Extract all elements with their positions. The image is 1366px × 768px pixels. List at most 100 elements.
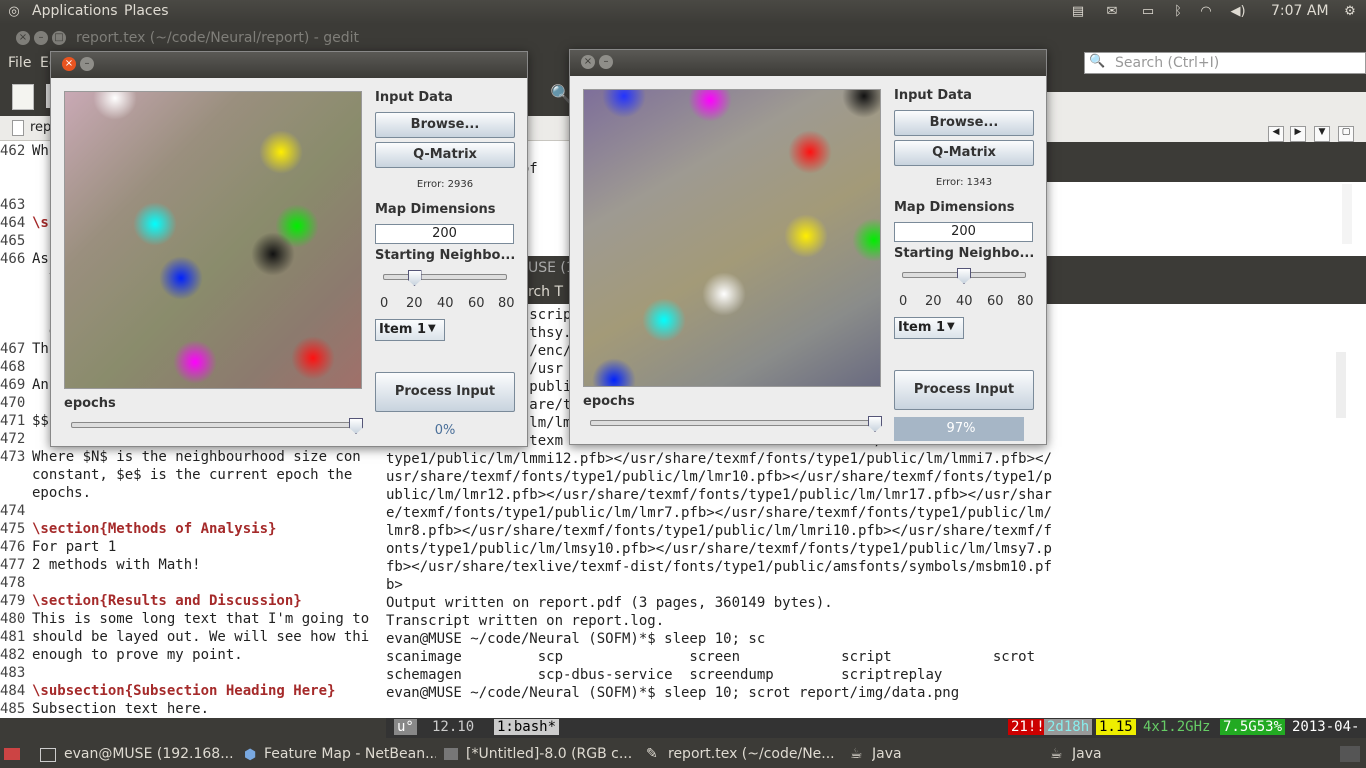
process-input-button[interactable]: Process Input <box>375 372 515 412</box>
combo-value: Item 1 <box>379 322 426 337</box>
terminal-menu[interactable]: rch T <box>528 284 563 300</box>
item-combo[interactable]: Item 1 ▼ <box>894 317 964 339</box>
volume-icon[interactable]: ◀) <box>1230 4 1246 20</box>
map-node <box>93 92 137 120</box>
tick-label: 80 <box>498 296 515 311</box>
terminal-line: Transcript written on report.log. <box>386 613 665 629</box>
line-number: 483 <box>0 665 26 681</box>
epochs-slider[interactable] <box>590 420 882 426</box>
q-matrix-button[interactable]: Q-Matrix <box>375 142 515 168</box>
terminal-line: e/texmf/fonts/type1/public/lm/lmr7.pfb><… <box>386 505 1052 521</box>
error-value: Error: 2936 <box>416 179 474 190</box>
chevron-down-icon: ▼ <box>947 321 955 332</box>
q-matrix-button[interactable]: Q-Matrix <box>894 140 1034 166</box>
feature-map <box>64 91 362 389</box>
minimize-icon[interactable]: – <box>80 57 94 71</box>
map-node <box>842 90 880 118</box>
tmux-cpu: 4x1.2GHz <box>1143 719 1211 735</box>
epochs-slider[interactable] <box>71 422 363 428</box>
menu-file[interactable]: File <box>8 55 31 71</box>
terminal-line: b> <box>386 577 403 593</box>
terminal-line: evan@MUSE ~/code/Neural (SOFM)*$ sleep 1… <box>386 631 766 647</box>
minimize-icon[interactable]: – <box>599 55 613 69</box>
neighbourhood-slider[interactable] <box>383 274 507 280</box>
process-input-button[interactable]: Process Input <box>894 370 1034 410</box>
neighbourhood-slider-thumb[interactable] <box>957 268 971 284</box>
dropdown-icon[interactable]: ▼ <box>1314 126 1330 142</box>
task-terminal[interactable]: evan@MUSE (192.168.... <box>64 746 234 762</box>
tick-label: 40 <box>437 296 454 311</box>
scrollbar[interactable] <box>1342 184 1352 244</box>
tick-label: 60 <box>987 294 1004 309</box>
line-number: 480 <box>0 611 26 627</box>
epochs-slider-thumb[interactable] <box>349 418 363 434</box>
keyboard-icon[interactable]: ▤ <box>1070 4 1086 20</box>
map-node <box>688 90 732 122</box>
line-number: 482 <box>0 647 26 663</box>
maximize-icon[interactable]: □ <box>52 31 66 45</box>
new-document-icon[interactable] <box>12 84 34 110</box>
gimp-icon <box>444 748 458 760</box>
task-java-1[interactable]: Java <box>872 746 992 762</box>
show-desktop-icon[interactable] <box>4 748 20 760</box>
places-menu[interactable]: Places <box>124 3 169 19</box>
map-dimensions-field[interactable]: 200 <box>375 224 514 244</box>
java-icon: ☕ <box>850 746 863 762</box>
neighbourhood-slider-thumb[interactable] <box>407 270 422 286</box>
scrollbar[interactable] <box>1336 352 1346 418</box>
line-number: 470 <box>0 395 26 411</box>
browse-button[interactable]: Browse... <box>894 110 1034 136</box>
map-dimensions-field[interactable]: 200 <box>894 222 1033 242</box>
line-number: 478 <box>0 575 26 591</box>
tmux-time: 12.10 <box>432 719 475 735</box>
bluetooth-icon[interactable]: ᛒ <box>1170 4 1186 20</box>
trash-icon[interactable] <box>1340 746 1360 762</box>
epochs-label: epochs <box>64 396 116 411</box>
tick-label: 20 <box>406 296 423 311</box>
item-combo[interactable]: Item 1 ▼ <box>375 319 445 341</box>
close-icon[interactable]: × <box>581 55 595 69</box>
gear-icon[interactable]: ⚙ <box>1342 4 1358 20</box>
close-icon[interactable]: × <box>62 57 76 71</box>
line-text: Where $N$ is the neighbourhood size con <box>32 449 361 465</box>
tmux-alert: 21!! <box>1008 719 1048 735</box>
task-netbeans[interactable]: Feature Map - NetBean... <box>264 746 436 762</box>
feature-map-window-left: × – epochs Input Data Browse... Q-Matrix… <box>50 51 528 447</box>
line-text: As <box>32 251 49 267</box>
line-text: \section{Results and Discussion} <box>32 593 302 609</box>
battery-icon[interactable]: ▭ <box>1140 4 1156 20</box>
epochs-slider-thumb[interactable] <box>868 416 882 432</box>
tab-report[interactable]: rep <box>30 120 51 135</box>
line-number: 463 <box>0 197 26 213</box>
line-number: 469 <box>0 377 26 393</box>
tmux-window[interactable]: 1:bash* <box>494 719 560 735</box>
terminal-line: type1/public/lm/lmmi12.pfb></usr/share/t… <box>386 451 1052 467</box>
search-input[interactable]: Search (Ctrl+I) <box>1115 55 1219 71</box>
clock[interactable]: 7:07 AM <box>1271 3 1329 19</box>
wifi-icon[interactable]: ◠ <box>1198 4 1214 20</box>
epochs-label: epochs <box>583 394 635 409</box>
mail-icon[interactable]: ✉ <box>1104 4 1120 20</box>
restore-icon[interactable]: ▢ <box>1338 126 1354 142</box>
next-icon[interactable]: ▶ <box>1290 126 1306 142</box>
line-number: 464 <box>0 215 26 231</box>
line-number: 485 <box>0 701 26 717</box>
search-input-box[interactable]: 🔍 Search (Ctrl+I) <box>1084 52 1366 74</box>
terminal-line: ublic/lm/lmr12.pfb></usr/share/texmf/fon… <box>386 487 1052 503</box>
task-gimp[interactable]: [*Untitled]-8.0 (RGB c... <box>466 746 636 762</box>
minimize-icon[interactable]: – <box>34 31 48 45</box>
ubuntu-logo-icon[interactable]: ◎ <box>6 4 22 20</box>
prev-icon[interactable]: ◀ <box>1268 126 1284 142</box>
document-icon <box>12 120 24 136</box>
map-node <box>291 336 335 380</box>
line-number: 481 <box>0 629 26 645</box>
task-gedit[interactable]: report.tex (~/code/Ne... <box>668 746 838 762</box>
close-icon[interactable]: × <box>16 31 30 45</box>
map-node <box>784 214 828 258</box>
applications-menu[interactable]: Applications <box>32 3 118 19</box>
error-value: Error: 1343 <box>935 177 993 188</box>
browse-button[interactable]: Browse... <box>375 112 515 138</box>
task-java-2[interactable]: Java <box>1072 746 1192 762</box>
tmux-uptime: 2d18h <box>1044 719 1093 735</box>
